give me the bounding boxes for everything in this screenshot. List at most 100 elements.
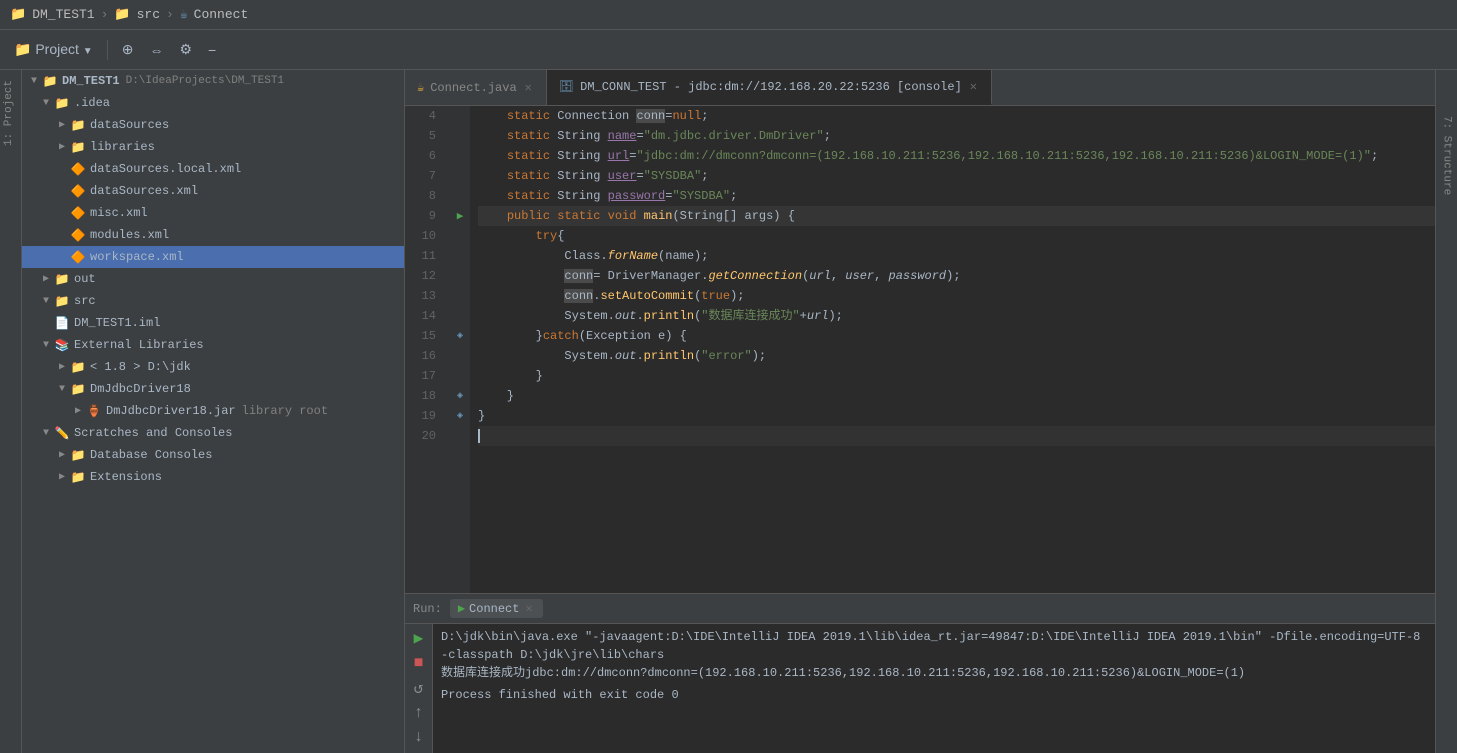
run-panel: Run: ▶ Connect ✕ ▶ ■ ↺ ↑ ↓ 📷 bbox=[405, 593, 1435, 753]
code-line-5: static String name="dm.jdbc.driver.DmDri… bbox=[478, 126, 1435, 146]
db-consoles-icon: 📁 bbox=[70, 447, 86, 463]
datasources-xml[interactable]: 🔶 dataSources.xml bbox=[22, 180, 404, 202]
out-folder[interactable]: 📁 out bbox=[22, 268, 404, 290]
scratches-icon: ✏️ bbox=[54, 425, 70, 441]
code-line-14: System.out.println("数据库连接成功"+url); bbox=[478, 306, 1435, 326]
jdk-folder[interactable]: 📁 < 1.8 > D:\jdk bbox=[22, 356, 404, 378]
datasources-xml-icon: 🔶 bbox=[70, 183, 86, 199]
src-folder[interactable]: 📁 src bbox=[22, 290, 404, 312]
misc-xml-label: misc.xml bbox=[90, 206, 148, 220]
dmjdbc-folder[interactable]: 📁 DmJdbcDriver18 bbox=[22, 378, 404, 400]
tab-dm-conn[interactable]: 🗄 DM_CONN_TEST - jdbc:dm://192.168.20.22… bbox=[547, 70, 992, 105]
root-label: DM_TEST1 bbox=[62, 74, 120, 88]
datasources-local-label: dataSources.local.xml bbox=[90, 162, 241, 176]
line-num-9: 9 bbox=[405, 206, 442, 226]
line-num-18: 18 bbox=[405, 386, 442, 406]
datasources-folder-icon: 📁 bbox=[70, 117, 86, 133]
title-bar: 📁 DM_TEST1 › 📁 src › ☕ Connect bbox=[0, 0, 1457, 30]
dm-tab-icon: 🗄 bbox=[559, 79, 574, 94]
tree-root[interactable]: 📁 DM_TEST1 D:\IdeaProjects\DM_TEST1 bbox=[22, 70, 404, 92]
misc-xml[interactable]: 🔶 misc.xml bbox=[22, 202, 404, 224]
toolbar-sep1 bbox=[107, 40, 108, 60]
run-output-line: 数据库连接成功jdbc:dm://dmconn?dmconn=(192.168.… bbox=[441, 664, 1427, 682]
modules-xml[interactable]: 🔶 modules.xml bbox=[22, 224, 404, 246]
database-consoles-folder[interactable]: 📁 Database Consoles bbox=[22, 444, 404, 466]
gutter-8 bbox=[450, 186, 470, 206]
idea-folder[interactable]: 📁 .idea bbox=[22, 92, 404, 114]
code-line-19: } bbox=[478, 406, 1435, 426]
code-line-9: public static void main(String[] args) { bbox=[478, 206, 1435, 226]
datasources-label: dataSources bbox=[90, 118, 169, 132]
extensions-arrow bbox=[54, 469, 70, 485]
src-label: src bbox=[74, 294, 96, 308]
expand-button[interactable]: ⇔ bbox=[143, 38, 169, 62]
run-scroll-up-btn[interactable]: ↑ bbox=[414, 704, 424, 722]
line-num-10: 10 bbox=[405, 226, 442, 246]
run-output: ▶ ■ ↺ ↑ ↓ 📷 ⤢ D:\jdk\bin\java.exe "-java… bbox=[405, 624, 1435, 753]
workspace-xml[interactable]: 🔶 workspace.xml bbox=[22, 246, 404, 268]
gutter-15: ◈ bbox=[450, 326, 470, 346]
gutter-13 bbox=[450, 286, 470, 306]
gutter-18: ◈ bbox=[450, 386, 470, 406]
java-tab-icon: ☕ bbox=[417, 80, 424, 95]
tab-connect-java[interactable]: ☕ Connect.java ✕ bbox=[405, 70, 547, 105]
code-line-11: Class.forName(name); bbox=[478, 246, 1435, 266]
run-cmd-line: D:\jdk\bin\java.exe "-javaagent:D:\IDE\I… bbox=[441, 628, 1427, 664]
jar-arrow bbox=[70, 403, 86, 419]
extensions-folder[interactable]: 📁 Extensions bbox=[22, 466, 404, 488]
root-arrow bbox=[26, 73, 42, 89]
run-rerun-btn[interactable]: ↺ bbox=[414, 678, 424, 698]
misc-xml-icon: 🔶 bbox=[70, 205, 86, 221]
ext-lib-icon: 📚 bbox=[54, 337, 70, 353]
gutter-19: ◈ bbox=[450, 406, 470, 426]
jar-label: DmJdbcDriver18.jar bbox=[106, 404, 236, 418]
line-num-8: 8 bbox=[405, 186, 442, 206]
run-scroll-down-btn[interactable]: ↓ bbox=[414, 728, 424, 746]
run-play-btn[interactable]: ▶ bbox=[414, 628, 424, 648]
scratches-folder[interactable]: ✏️ Scratches and Consoles bbox=[22, 422, 404, 444]
minimize-button[interactable]: − bbox=[202, 38, 222, 62]
sidebar: 📁 DM_TEST1 D:\IdeaProjects\DM_TEST1 📁 .i… bbox=[22, 70, 405, 753]
line-num-13: 13 bbox=[405, 286, 442, 306]
datasources-local-xml[interactable]: 🔶 dataSources.local.xml bbox=[22, 158, 404, 180]
run-tab-icon: ▶ bbox=[458, 601, 465, 616]
settings-button[interactable]: ⚙ bbox=[173, 37, 198, 62]
jdk-arrow bbox=[54, 359, 70, 375]
run-left-panel: ▶ ■ ↺ ↑ ↓ 📷 ⤢ bbox=[405, 624, 433, 753]
datasources-xml-arrow bbox=[54, 183, 70, 199]
project-icon: 📁 bbox=[10, 7, 26, 22]
gutter-5 bbox=[450, 126, 470, 146]
run-tab-connect[interactable]: ▶ Connect ✕ bbox=[450, 599, 543, 618]
libraries-folder[interactable]: 📁 libraries bbox=[22, 136, 404, 158]
workspace-xml-icon: 🔶 bbox=[70, 249, 86, 265]
idea-folder-icon: 📁 bbox=[54, 95, 70, 111]
out-folder-icon: 📁 bbox=[54, 271, 70, 287]
run-tab-bar: Run: ▶ Connect ✕ bbox=[405, 594, 1435, 624]
add-button[interactable]: ⊕ bbox=[116, 37, 140, 62]
run-stop-btn[interactable]: ■ bbox=[414, 654, 424, 672]
dmjdbc-jar[interactable]: 🏺 DmJdbcDriver18.jar library root bbox=[22, 400, 404, 422]
java-tab-close[interactable]: ✕ bbox=[523, 80, 534, 95]
code-line-17: } bbox=[478, 366, 1435, 386]
modules-xml-icon: 🔶 bbox=[70, 227, 86, 243]
datasources-folder[interactable]: 📁 dataSources bbox=[22, 114, 404, 136]
code-content[interactable]: static Connection conn=null; static Stri… bbox=[470, 106, 1435, 593]
dm-test1-iml[interactable]: 📄 DM_TEST1.iml bbox=[22, 312, 404, 334]
run-tab-close[interactable]: ✕ bbox=[523, 601, 534, 616]
out-label: out bbox=[74, 272, 96, 286]
line-num-20: 20 bbox=[405, 426, 442, 446]
run-gutter-9[interactable]: ▶ bbox=[450, 206, 470, 226]
jdk-folder-icon: 📁 bbox=[70, 359, 86, 375]
structure-tab[interactable]: 7: Structure bbox=[1439, 110, 1455, 201]
code-line-4: static Connection conn=null; bbox=[478, 106, 1435, 126]
project-panel-tab[interactable]: 1: Project bbox=[0, 70, 21, 156]
code-line-13: conn.setAutoCommit(true); bbox=[478, 286, 1435, 306]
dmjdbc-folder-icon: 📁 bbox=[70, 381, 86, 397]
iml-arrow bbox=[38, 315, 54, 331]
datasources-local-arrow bbox=[54, 161, 70, 177]
external-libraries[interactable]: 📚 External Libraries bbox=[22, 334, 404, 356]
code-line-15: }catch(Exception e) { bbox=[478, 326, 1435, 346]
project-toolbar-btn[interactable]: 📁 Project ▼ bbox=[8, 37, 99, 62]
dm-tab-close[interactable]: ✕ bbox=[968, 79, 979, 94]
gutter-7 bbox=[450, 166, 470, 186]
